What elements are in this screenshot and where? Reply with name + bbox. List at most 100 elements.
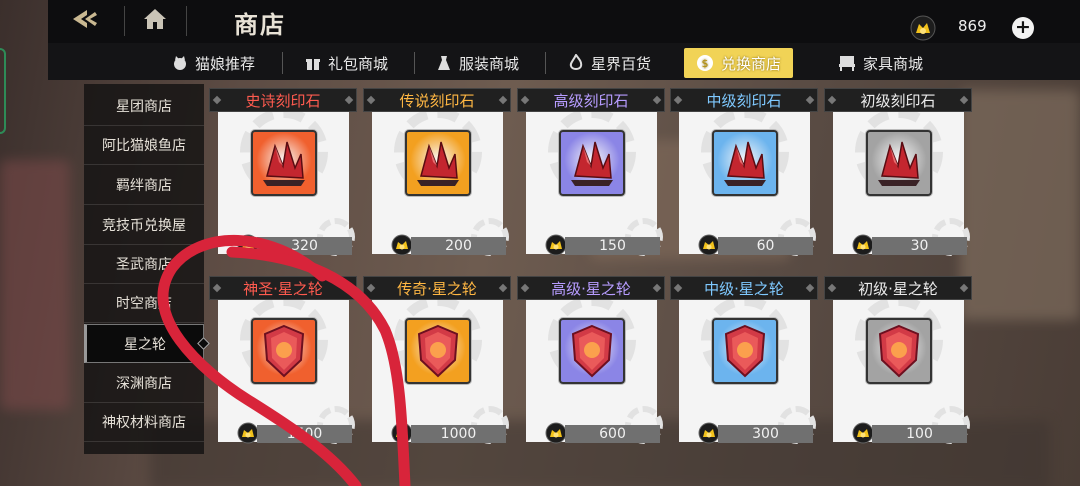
item-icon-frame: [712, 318, 778, 384]
item-icon-frame: [559, 130, 625, 196]
tab-furniture-shop[interactable]: 家具商城: [838, 48, 923, 78]
tab-star-store[interactable]: 星界百货: [568, 48, 651, 78]
tab-label: 兑换商店: [721, 54, 782, 73]
shop-item-card[interactable]: 传奇·星之轮 1000: [363, 276, 511, 444]
star-wheel-shield-icon: [263, 324, 305, 378]
back-button[interactable]: [68, 7, 102, 35]
shop-item-card[interactable]: 中级刻印石 60: [670, 88, 818, 256]
sidebar-item-label: 羁绊商店: [116, 178, 172, 194]
sidebar-item-bond-store[interactable]: 羁绊商店: [84, 166, 204, 205]
engraving-stone-icon: [263, 141, 305, 186]
tab-divider: [282, 52, 283, 74]
tab-label: 猫娘推荐: [195, 54, 256, 73]
shop-item-card[interactable]: 初级刻印石 30: [824, 88, 972, 256]
item-name: 史诗刻印石: [209, 88, 357, 112]
shop-item-card[interactable]: 中级·星之轮 300: [670, 276, 818, 444]
item-price: 300: [718, 425, 813, 443]
coin-icon: [391, 422, 413, 448]
shop-item-card[interactable]: 神圣·星之轮 1500: [209, 276, 357, 444]
background-decor: [0, 160, 70, 410]
coin-icon: [545, 422, 567, 448]
item-icon-frame: [251, 318, 317, 384]
sidebar-item-divine-materials[interactable]: 神权材料商店: [84, 403, 204, 442]
engraving-stone-icon: [417, 141, 459, 186]
tab-divider: [545, 52, 546, 74]
top-bar: 商店 869 +: [48, 0, 1080, 43]
selected-marker: [197, 337, 210, 350]
shop-tabs: 猫娘推荐 礼包商城 服装商城 星界百货 $ 兑换商店 家具商城: [48, 43, 1080, 80]
item-icon-frame: [405, 318, 471, 384]
item-price: 1000: [411, 425, 506, 443]
star-wheel-shield-icon: [417, 324, 459, 378]
item-icon-frame: [866, 130, 932, 196]
tab-gift-shop[interactable]: 礼包商城: [305, 48, 388, 78]
sidebar-item-fish-store[interactable]: 阿比猫娘鱼店: [84, 126, 204, 165]
engraving-stone-icon: [571, 141, 613, 186]
coin-icon: [698, 422, 720, 448]
item-name: 中级刻印石: [670, 88, 818, 112]
coin-icon: [852, 234, 874, 260]
item-price: 600: [565, 425, 660, 443]
sidebar-item-label: 时空商店: [116, 296, 172, 312]
item-price: 100: [872, 425, 967, 443]
tab-label: 家具商城: [863, 54, 924, 73]
shop-item-card[interactable]: 高级刻印石 150: [517, 88, 665, 256]
edge-handle[interactable]: [0, 48, 6, 134]
home-button[interactable]: [140, 6, 170, 36]
sidebar-item-star-group[interactable]: 星团商店: [84, 87, 204, 126]
item-icon-frame: [559, 318, 625, 384]
tab-divider: [414, 52, 415, 74]
tab-label: 服装商城: [459, 54, 520, 73]
item-icon-frame: [405, 130, 471, 196]
item-price: 200: [411, 237, 506, 255]
item-price: 320: [257, 237, 352, 255]
svg-text:$: $: [702, 57, 709, 70]
add-currency-button[interactable]: +: [1012, 17, 1034, 39]
item-name: 传说刻印石: [363, 88, 511, 112]
sidebar-item-holy-weapon[interactable]: 圣武商店: [84, 245, 204, 284]
sidebar-item-time-space[interactable]: 时空商店: [84, 284, 204, 323]
sidebar-item-arena-exchange[interactable]: 竞技币兑换屋: [84, 206, 204, 245]
sidebar-item-label: 神权材料商店: [102, 415, 186, 431]
item-price: 60: [718, 237, 813, 255]
item-price: 1500: [257, 425, 352, 443]
item-icon-frame: [866, 318, 932, 384]
coin-icon: $: [696, 54, 714, 72]
item-name: 初级刻印石: [824, 88, 972, 112]
sidebar-item-label: 星团商店: [116, 99, 172, 115]
tab-cat-recommend[interactable]: 猫娘推荐: [172, 48, 255, 78]
divider: [124, 6, 125, 36]
shop-item-card[interactable]: 史诗刻印石 320: [209, 88, 357, 256]
item-name: 高级刻印石: [517, 88, 665, 112]
shop-sidebar: 星团商店 阿比猫娘鱼店 羁绊商店 竞技币兑换屋 圣武商店 时空商店 星之轮 深渊…: [84, 84, 210, 454]
tab-label: 礼包商城: [328, 54, 389, 73]
currency-amount: 869: [958, 17, 987, 35]
sidebar-item-star-wheel[interactable]: 星之轮: [84, 324, 210, 363]
coin-icon: [237, 422, 259, 448]
dress-icon: [436, 55, 452, 71]
flame-icon: [568, 54, 584, 72]
sidebar-item-abyss[interactable]: 深渊商店: [84, 364, 204, 403]
shop-item-card[interactable]: 传说刻印石 200: [363, 88, 511, 256]
divider: [186, 6, 187, 36]
star-wheel-shield-icon: [724, 324, 766, 378]
sidebar-item-label: 星之轮: [124, 336, 166, 353]
shop-item-card[interactable]: 初级·星之轮 100: [824, 276, 972, 444]
tab-clothing-shop[interactable]: 服装商城: [436, 48, 519, 78]
shop-item-card[interactable]: 高级·星之轮 600: [517, 276, 665, 444]
coin-icon: [698, 234, 720, 260]
sidebar-item-label: 圣武商店: [116, 257, 172, 273]
star-wheel-shield-icon: [878, 324, 920, 378]
item-name: 传奇·星之轮: [363, 276, 511, 300]
furniture-icon: [838, 55, 856, 71]
tab-exchange-shop[interactable]: $ 兑换商店: [684, 48, 794, 78]
item-price: 30: [872, 237, 967, 255]
tab-label: 星界百货: [591, 54, 652, 73]
gift-icon: [305, 55, 321, 71]
cat-icon: [172, 55, 188, 71]
sidebar-item-label: 深渊商店: [116, 376, 172, 392]
item-icon-frame: [251, 130, 317, 196]
background-shelf: [960, 90, 1080, 320]
coin-icon: [910, 15, 936, 45]
coin-icon: [237, 234, 259, 260]
